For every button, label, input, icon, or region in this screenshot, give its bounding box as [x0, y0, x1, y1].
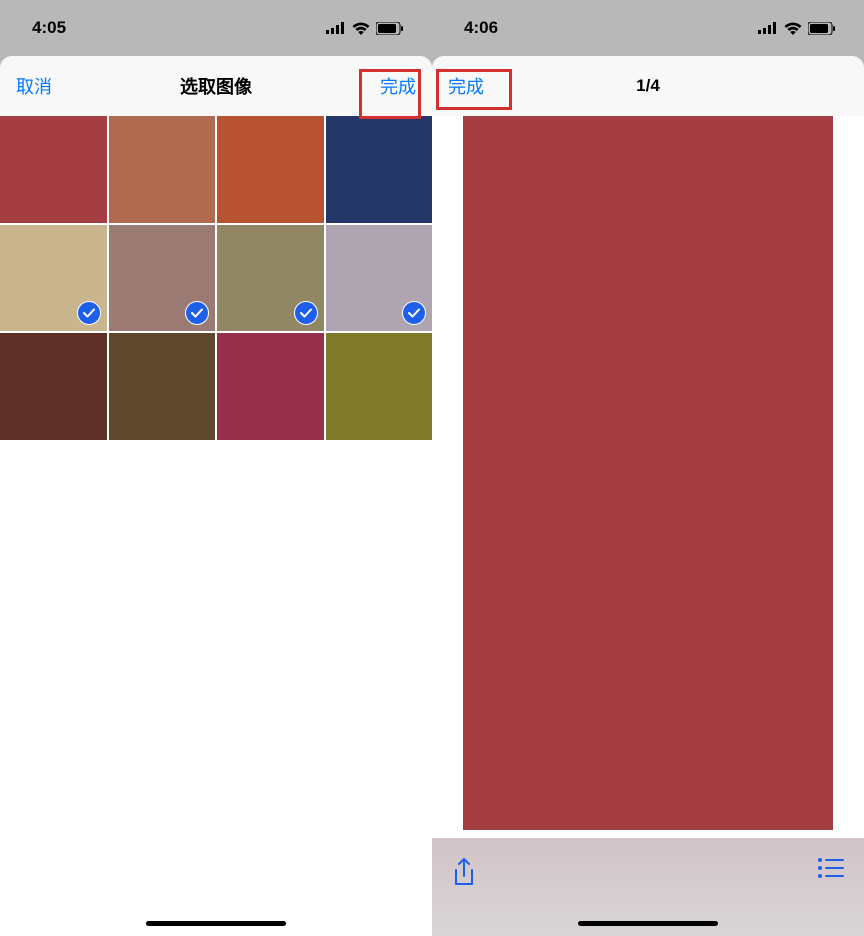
image-grid: [0, 116, 432, 440]
status-bar: 4:05: [0, 0, 432, 56]
image-preview-screen: 4:06 完成 1/4: [432, 0, 864, 936]
status-icons: [326, 22, 404, 35]
image-tile[interactable]: [109, 333, 216, 440]
picker-content: [0, 116, 432, 936]
wifi-icon: [352, 22, 370, 35]
cancel-button[interactable]: 取消: [16, 73, 52, 99]
status-time: 4:05: [32, 18, 66, 38]
image-tile[interactable]: [109, 116, 216, 223]
preview-area[interactable]: [432, 116, 864, 838]
image-tile[interactable]: [326, 225, 433, 332]
preview-toolbar: [432, 838, 864, 936]
image-tile[interactable]: [0, 333, 107, 440]
battery-icon: [376, 22, 404, 35]
picker-nav-bar: 取消 选取图像 完成: [0, 56, 432, 116]
status-time: 4:06: [464, 18, 498, 38]
done-button[interactable]: 完成: [380, 73, 416, 99]
picker-title: 选取图像: [180, 73, 252, 99]
image-tile[interactable]: [217, 225, 324, 332]
share-button[interactable]: [452, 858, 476, 893]
battery-icon: [808, 22, 836, 35]
image-tile[interactable]: [109, 225, 216, 332]
image-tile[interactable]: [326, 116, 433, 223]
preview-nav-bar: 完成 1/4: [432, 56, 864, 116]
check-icon: [294, 301, 318, 325]
preview-image: [463, 116, 833, 830]
check-icon: [185, 301, 209, 325]
image-tile[interactable]: [0, 116, 107, 223]
status-bar: 4:06: [432, 0, 864, 56]
wifi-icon: [784, 22, 802, 35]
signal-icon: [758, 22, 778, 34]
list-button[interactable]: [818, 858, 844, 883]
page-counter: 1/4: [636, 76, 660, 96]
done-button[interactable]: 完成: [448, 73, 484, 99]
check-icon: [402, 301, 426, 325]
home-indicator[interactable]: [146, 921, 286, 926]
home-indicator[interactable]: [578, 921, 718, 926]
image-picker-screen: 4:05 取消 选取图像 完成: [0, 0, 432, 936]
image-tile[interactable]: [217, 116, 324, 223]
check-icon: [77, 301, 101, 325]
image-tile[interactable]: [326, 333, 433, 440]
status-icons: [758, 22, 836, 35]
image-tile[interactable]: [217, 333, 324, 440]
image-tile[interactable]: [0, 225, 107, 332]
signal-icon: [326, 22, 346, 34]
